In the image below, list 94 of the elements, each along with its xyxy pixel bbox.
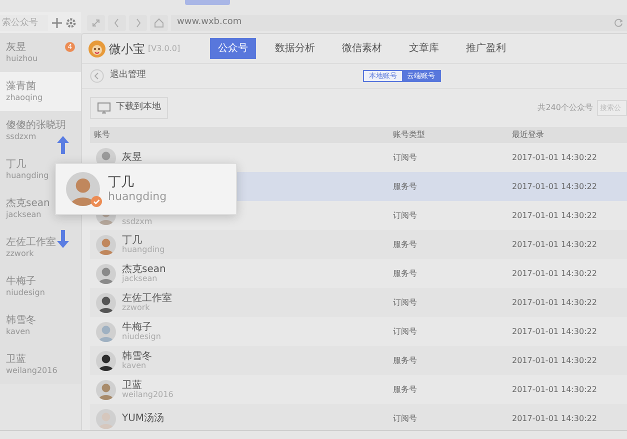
account-name: 藻青菌 <box>6 80 36 93</box>
app-name: 微小宝 <box>109 40 145 58</box>
account-name: 丁几 <box>6 158 26 171</box>
nav-tab[interactable]: 推广盈利 <box>458 38 514 59</box>
table-row[interactable]: YUM汤汤 订阅号 2017-01-01 14:30:22 <box>90 404 627 433</box>
table-cell: 2017-01-01 14:30:22 <box>512 182 597 190</box>
refresh-icon <box>614 18 623 27</box>
home-button[interactable] <box>150 14 168 30</box>
table-row[interactable]: 左佐工作室 zzwork 订阅号 2017-01-01 14:30:22 <box>90 288 627 317</box>
column-header: 最近登录 <box>512 130 544 139</box>
table-cell: 订阅号 <box>393 210 417 220</box>
nav-tab[interactable]: 微信素材 <box>334 38 390 59</box>
search-field[interactable]: 索公众号 <box>0 14 48 30</box>
account-name: 傻傻的张晓玥 <box>6 120 66 132</box>
table-cell: 订阅号 <box>393 298 417 306</box>
table-cell: 服务号 <box>393 182 417 190</box>
account-id: huangding <box>108 190 167 204</box>
table-cell: 服务号 <box>393 356 417 364</box>
up-arrow-icon <box>57 136 69 154</box>
account-name: YUM汤汤 <box>122 413 164 424</box>
account-name: 左佐工作室 <box>122 292 172 304</box>
account-name: 牛梅子 <box>6 276 36 288</box>
expand-button[interactable] <box>87 14 105 30</box>
avatar-icon <box>96 234 116 254</box>
account-id: niudesign <box>6 288 45 298</box>
down-arrow-icon <box>57 230 69 248</box>
account-name: 灰昱 <box>122 152 142 163</box>
account-name: 杰克sean <box>122 264 166 275</box>
expand-icon <box>90 16 102 28</box>
column-header: 账号 <box>94 130 110 139</box>
account-id: huangding <box>122 246 165 254</box>
back-icon <box>90 69 104 83</box>
account-id: huangding <box>6 170 49 180</box>
nav-tab[interactable]: 文章库 <box>401 38 448 59</box>
account-name: 韩雪冬 <box>6 314 36 327</box>
avatar-icon <box>96 292 116 312</box>
account-id: weilang2016 <box>122 390 174 400</box>
table-cell: 订阅号 <box>393 326 417 336</box>
table-cell: 2017-01-01 14:30:22 <box>512 268 597 278</box>
table-cell: 2017-01-01 14:30:22 <box>512 298 597 306</box>
download-button[interactable]: 下载到本地 <box>90 97 168 119</box>
table-cell: 服务号 <box>393 384 417 394</box>
exit-link[interactable]: 退出管理 <box>110 69 146 83</box>
settings-icon <box>66 18 76 28</box>
account-id: kaven <box>122 362 146 370</box>
account-id: huizhou <box>6 54 38 64</box>
table-cell: 服务号 <box>393 240 417 248</box>
avatar-icon <box>96 350 116 370</box>
account-id: niudesign <box>122 332 161 342</box>
account-id: zhaoqing <box>6 92 43 102</box>
account-name: 卫蓝 <box>122 380 142 391</box>
account-count: 共240个公众号 <box>538 102 593 114</box>
account-name: 丁几 <box>108 174 135 190</box>
account-id: jacksean <box>122 274 158 284</box>
account-id: kaven <box>6 326 30 336</box>
drag-preview-tooltip[interactable]: 丁几 huangding <box>55 163 237 215</box>
table-cell: 订阅号 <box>393 414 417 422</box>
account-name: 灰昱 <box>6 42 26 54</box>
monkey-logo-icon <box>88 40 106 58</box>
account-id: zzwork <box>122 304 151 312</box>
home-icon <box>153 16 165 28</box>
table-cell: 2017-01-01 14:30:22 <box>512 326 597 336</box>
account-name: 牛梅子 <box>122 322 152 333</box>
address-bar-text[interactable]: www.wxb.com <box>177 16 242 30</box>
table-cell: 2017-01-01 14:30:22 <box>512 152 597 162</box>
account-id: jacksean <box>6 210 42 220</box>
back-button[interactable] <box>108 14 126 30</box>
nav-tab[interactable]: 公众号 <box>210 38 256 59</box>
table-cell: 2017-01-01 14:30:22 <box>512 240 597 248</box>
account-name: 杰克sean <box>6 198 50 210</box>
table-cell: 订阅号 <box>393 152 417 162</box>
account-id: ssdzxm <box>122 218 152 227</box>
account-id: weilang2016 <box>6 366 58 376</box>
column-header: 账号类型 <box>393 130 425 139</box>
add-icon <box>52 18 62 28</box>
table-row[interactable]: 丁几 huangding 服务号 2017-01-01 14:30:22 <box>90 230 627 259</box>
toolbar-button[interactable] <box>185 0 230 5</box>
forward-button[interactable] <box>129 14 147 30</box>
version-label: [V3.0.0] <box>148 42 180 54</box>
account-name: 左佐工作室 <box>6 236 56 249</box>
table-cell: 2017-01-01 14:30:22 <box>512 414 597 422</box>
account-name: 丁几 <box>122 234 142 246</box>
table-row[interactable]: 韩雪冬 kaven 服务号 2017-01-01 14:30:22 <box>90 346 627 375</box>
account-name: 卫蓝 <box>6 354 26 366</box>
account-name: 韩雪冬 <box>122 350 152 362</box>
table-cell: 2017-01-01 14:30:22 <box>512 356 597 364</box>
monitor-icon <box>97 102 111 114</box>
account-id: zzwork <box>6 248 34 258</box>
account-id: ssdzxm <box>6 132 36 142</box>
table-cell: 2017-01-01 14:30:22 <box>512 210 597 220</box>
sidebar-item[interactable]: 藻青菌 zhaoqing <box>0 72 81 111</box>
table-cell: 2017-01-01 14:30:22 <box>512 384 597 394</box>
table-cell: 服务号 <box>393 268 417 278</box>
nav-tab[interactable]: 数据分析 <box>267 38 324 59</box>
